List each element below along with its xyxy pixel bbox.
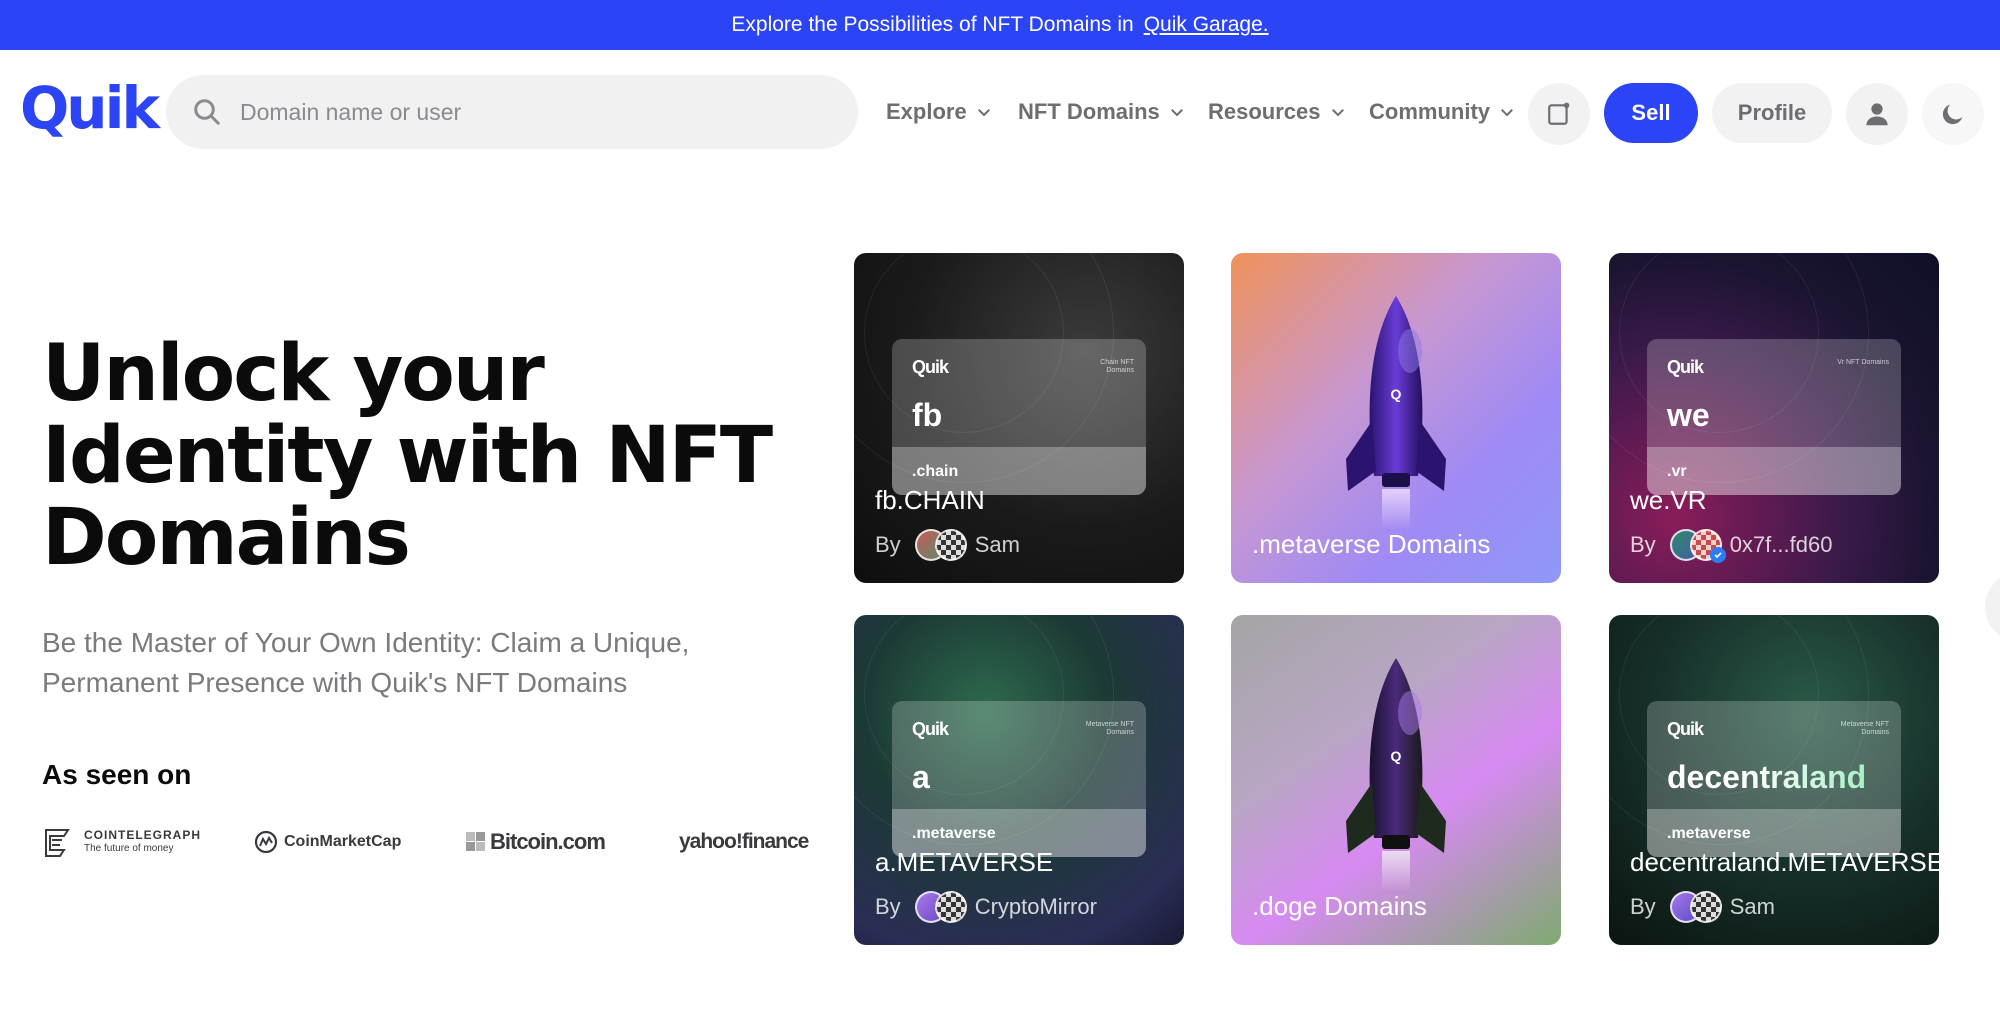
card-title: .doge Domains	[1252, 891, 1427, 921]
domain-preview: Quik Vr NFT Domains we .vr	[1647, 339, 1901, 495]
collection-card-doge[interactable]: Q .doge Domains	[1231, 615, 1561, 945]
card-brand: Quik	[1667, 357, 1704, 377]
nav-nft-domains[interactable]: NFT Domains	[1018, 75, 1186, 149]
domain-card-a-metaverse[interactable]: Quik Metaverse NFT Domains a .metaverse …	[854, 615, 1184, 945]
svg-text:Q: Q	[1391, 386, 1402, 402]
card-owner[interactable]: By Sam	[875, 529, 1020, 561]
quik-logo[interactable]: Quik	[20, 74, 160, 142]
nav-community[interactable]: Community	[1369, 75, 1516, 149]
nav-explore-label: Explore	[886, 99, 967, 124]
card-tld: .metaverse	[1667, 825, 1751, 842]
avatar	[934, 529, 967, 561]
avatar	[934, 891, 967, 923]
moon-icon	[1942, 104, 1963, 125]
verified-icon	[1709, 547, 1726, 563]
coinmarketcap-icon	[254, 830, 278, 854]
nav-nft-domains-label: NFT Domains	[1018, 99, 1160, 124]
domain-card-fb-chain[interactable]: Quik Chain NFT Domains fb .chain fb.CHAI…	[854, 253, 1184, 583]
hero-title: Unlock your Identity with NFT Domains	[42, 329, 773, 583]
collection-card-metaverse[interactable]: Q .metaverse Domains	[1231, 253, 1561, 583]
nav-resources-label: Resources	[1208, 99, 1321, 124]
hero-subtitle: Be the Master of Your Own Identity: Clai…	[42, 627, 690, 698]
search-input[interactable]	[240, 98, 840, 126]
cointelegraph-icon	[45, 829, 70, 857]
card-domain-name: fb	[912, 397, 943, 433]
nav-explore[interactable]: Explore	[886, 75, 993, 149]
card-title: decentraland.METAVERSE	[1630, 847, 1939, 877]
cointelegraph-logo[interactable]: COINTELEGRAPH The future of money	[42, 822, 201, 862]
coinmarketcap-logo[interactable]: CoinMarketCap	[254, 822, 401, 862]
card-owner[interactable]: By CryptoMirror	[875, 891, 1097, 923]
card-category: Chain NFT Domains	[1100, 359, 1134, 374]
domain-card-we-vr[interactable]: Quik Vr NFT Domains we .vr we.VR By 0x7f…	[1609, 253, 1939, 583]
domain-preview: Quik Metaverse NFT Domains a .metaverse	[892, 701, 1146, 857]
sell-button[interactable]: Sell	[1604, 83, 1698, 143]
domain-preview: Quik Chain NFT Domains fb .chain	[892, 339, 1146, 495]
search-icon	[194, 99, 220, 125]
card-domain-name: decentraland	[1667, 759, 1867, 795]
rocket-icon: Q	[1346, 658, 1446, 891]
bitcoin-com-icon	[466, 832, 485, 851]
chevron-down-icon	[1170, 109, 1183, 117]
card-title: .metaverse Domains	[1252, 529, 1491, 559]
top-banner: Explore the Possibilities of NFT Domains…	[0, 0, 2000, 50]
checklist-icon	[1548, 102, 1570, 125]
as-seen-on-heading: As seen on	[42, 759, 192, 790]
card-title: a.METAVERSE	[875, 847, 1054, 877]
header: Quik Explore NFT Domains Resources Commu…	[0, 50, 2000, 175]
banner-text: Explore the Possibilities of NFT Domains…	[731, 13, 1134, 36]
card-brand: Quik	[912, 357, 949, 377]
svg-text:Q: Q	[1391, 748, 1402, 764]
card-category: Metaverse NFT Domains	[1840, 721, 1889, 736]
card-brand: Quik	[1667, 719, 1704, 739]
card-category: Metaverse NFT Domains	[1085, 721, 1134, 736]
search-bar[interactable]	[166, 75, 858, 149]
card-tld: .metaverse	[912, 825, 996, 842]
quik-garage-link[interactable]: Quik Garage.	[1144, 13, 1269, 37]
chevron-down-icon	[977, 109, 990, 117]
avatar	[1689, 529, 1726, 563]
card-owner[interactable]: By 0x7f...fd60	[1630, 529, 1832, 563]
carousel-next-button[interactable]	[1985, 572, 2000, 642]
card-owner[interactable]: By Sam	[1630, 891, 1775, 923]
rocket-icon: Q	[1346, 296, 1446, 529]
profile-button[interactable]: Profile	[1712, 83, 1832, 143]
watchlist-button[interactable]	[1528, 83, 1590, 145]
card-title: we.VR	[1630, 485, 1707, 515]
bitcoin-com-logo[interactable]: Bitcoin.com	[466, 822, 606, 862]
card-brand: Quik	[912, 719, 949, 739]
card-category: Vr NFT Domains	[1837, 359, 1889, 366]
avatar	[1689, 891, 1722, 923]
card-tld: .vr	[1667, 463, 1687, 480]
nav-resources[interactable]: Resources	[1208, 75, 1347, 149]
domain-card-decentraland-metaverse[interactable]: Quik Metaverse NFT Domains decentraland …	[1609, 615, 1939, 945]
user-icon	[1866, 103, 1888, 126]
nav-community-label: Community	[1369, 99, 1490, 124]
account-button[interactable]	[1846, 83, 1908, 145]
domain-preview: Quik Metaverse NFT Domains decentraland …	[1647, 701, 1901, 857]
card-domain-name: a	[912, 759, 930, 795]
card-title: fb.CHAIN	[875, 485, 985, 515]
theme-toggle[interactable]	[1922, 83, 1984, 145]
card-tld: .chain	[912, 463, 959, 480]
chevron-down-icon	[1501, 109, 1513, 117]
card-domain-name: we	[1667, 397, 1710, 433]
yahoo-finance-logo[interactable]: yahoo!finance	[679, 822, 809, 862]
chevron-down-icon	[1331, 109, 1344, 117]
